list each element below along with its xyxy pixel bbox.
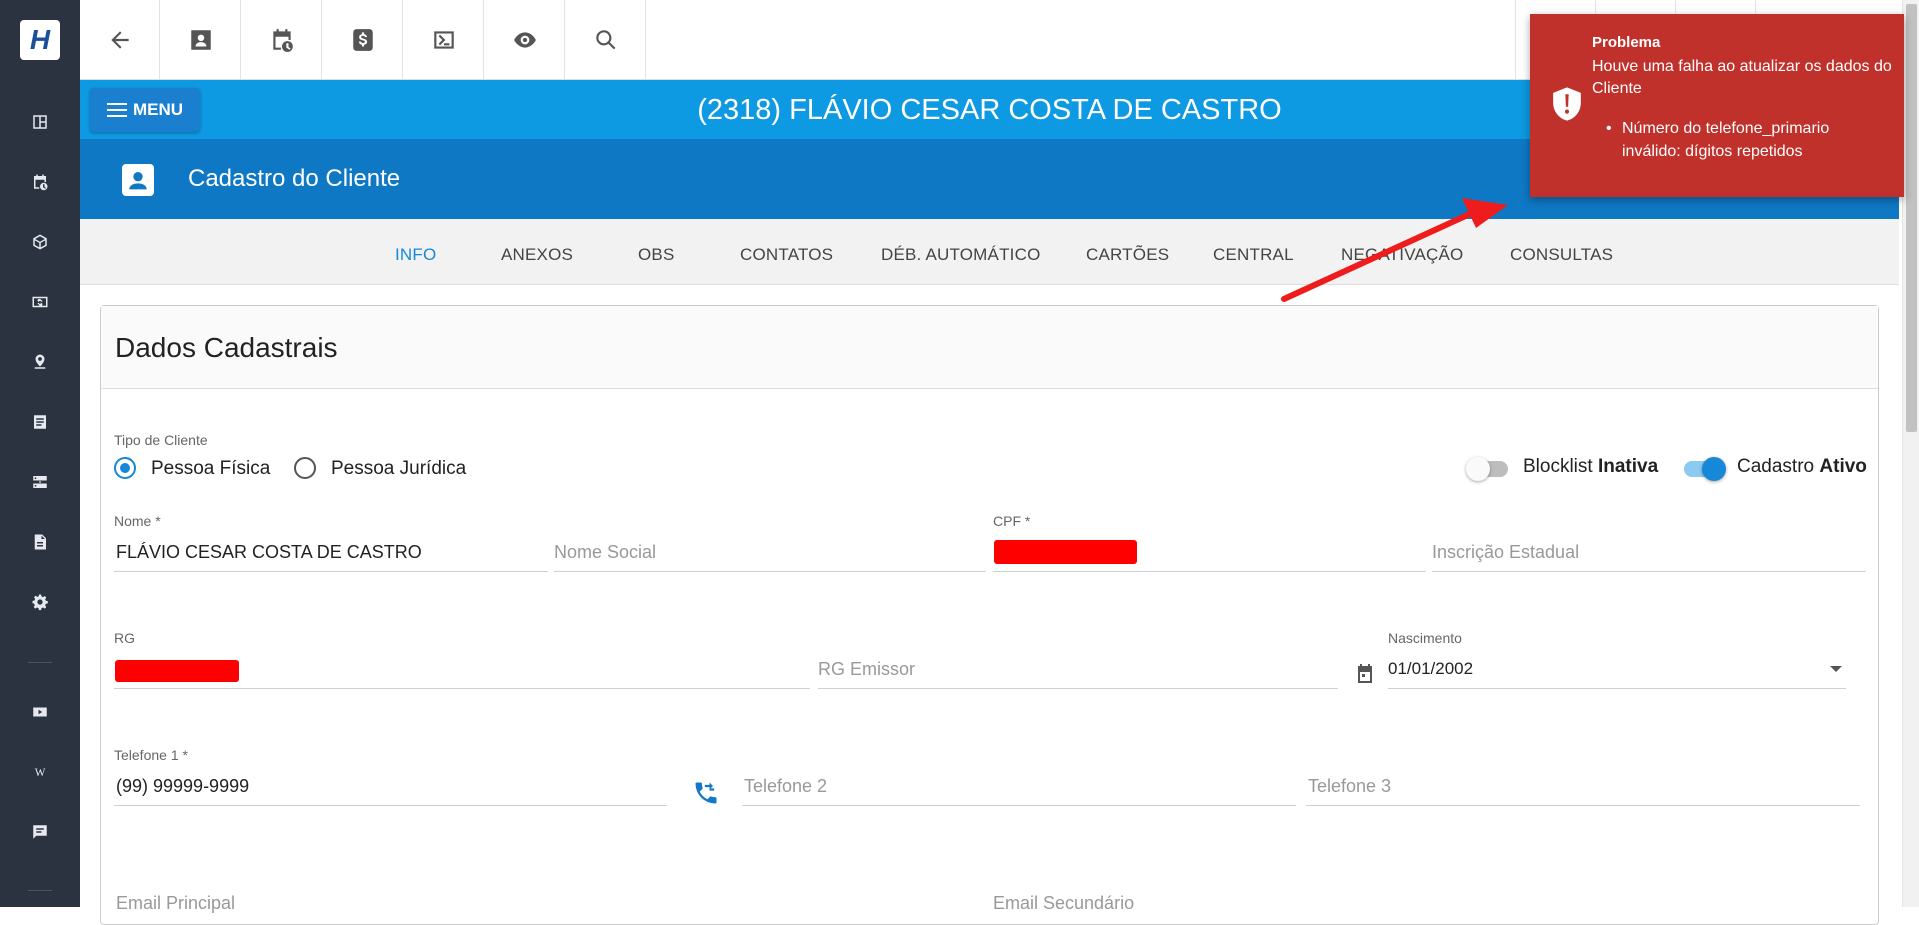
- view-button[interactable]: [485, 0, 565, 79]
- toast-error-item: Número do telefone_primario inválido: dí…: [1622, 120, 1830, 160]
- menu-button[interactable]: MENU: [90, 88, 200, 132]
- hamburger-icon: [106, 103, 127, 117]
- tab-negativacao[interactable]: NEGATIVAÇÃO: [1341, 245, 1463, 265]
- nascimento-label: Nascimento: [1388, 630, 1462, 646]
- inscricao-estadual-input[interactable]: Inscrição Estadual: [1432, 542, 1579, 563]
- error-toast[interactable]: Problema Houve uma falha ao atualizar os…: [1530, 14, 1904, 197]
- contact-card-icon: [190, 29, 211, 50]
- phone-swap-icon[interactable]: [692, 779, 720, 807]
- contact-card-icon: [122, 164, 154, 196]
- eye-icon: [513, 31, 536, 48]
- telefone1-input[interactable]: (99) 99999-9999: [116, 776, 249, 797]
- tab-anexos[interactable]: ANEXOS: [501, 245, 573, 265]
- sidebar-divider: [28, 662, 52, 663]
- radio-pessoa-fisica[interactable]: [114, 457, 136, 479]
- telefone3-underline: [1306, 805, 1860, 806]
- email-principal-input[interactable]: Email Principal: [116, 893, 235, 914]
- tab-bar: INFO ANEXOS OBS CONTATOS DÉB. AUTOMÁTICO…: [80, 219, 1899, 285]
- rg-underline: [114, 688, 810, 689]
- tab-consultas[interactable]: CONSULTAS: [1510, 245, 1613, 265]
- gear-icon[interactable]: [28, 590, 52, 614]
- inscricao-underline: [1432, 571, 1866, 572]
- calendar-clock-icon[interactable]: [28, 170, 52, 194]
- finance-button[interactable]: [323, 0, 403, 79]
- dashboard-icon[interactable]: [28, 110, 52, 134]
- page-title: Cadastro do Cliente: [188, 165, 401, 192]
- wiki-icon[interactable]: W: [28, 760, 52, 784]
- shield-alert-icon: [1550, 86, 1584, 122]
- toast-error-list: • Número do telefone_primario inválido: …: [1606, 117, 1882, 163]
- rg-label: RG: [114, 630, 135, 646]
- bullet-icon: •: [1606, 120, 1612, 137]
- tab-cartoes[interactable]: CARTÕES: [1086, 245, 1169, 265]
- youtube-icon[interactable]: [28, 700, 52, 724]
- rg-emissor-input[interactable]: RG Emissor: [818, 659, 915, 680]
- tab-info[interactable]: INFO: [395, 245, 436, 265]
- app-logo[interactable]: H: [20, 20, 60, 60]
- nascimento-underline: [1388, 688, 1846, 689]
- client-card-button[interactable]: [161, 0, 241, 79]
- nascimento-input[interactable]: 01/01/2002: [1388, 659, 1473, 679]
- blocklist-label: Blocklist Inativa: [1523, 456, 1659, 477]
- chevron-down-icon[interactable]: [1830, 666, 1842, 672]
- cpf-redacted-value[interactable]: [994, 540, 1137, 564]
- box-icon[interactable]: [28, 230, 52, 254]
- arrow-left-icon: [110, 30, 129, 49]
- radio-pessoa-juridica[interactable]: [294, 457, 316, 479]
- server-icon[interactable]: [28, 470, 52, 494]
- section-title: Dados Cadastrais: [115, 332, 338, 363]
- email-secundario-input[interactable]: Email Secundário: [993, 893, 1134, 914]
- sidebar: H W: [0, 0, 80, 907]
- back-button[interactable]: [80, 0, 160, 79]
- toast-title: Problema: [1592, 34, 1661, 51]
- toast-message: Houve uma falha ao atualizar os dados do…: [1592, 58, 1892, 97]
- terminal-icon: [433, 30, 454, 49]
- search-icon: [595, 29, 615, 49]
- cpf-label: CPF *: [993, 513, 1031, 529]
- tab-central[interactable]: CENTRAL: [1213, 245, 1294, 265]
- nome-social-input[interactable]: Nome Social: [554, 542, 656, 563]
- cadastro-ativo-toggle[interactable]: [1684, 457, 1726, 481]
- telefone2-input[interactable]: Telefone 2: [744, 776, 827, 797]
- nome-underline: [114, 571, 548, 572]
- list-icon[interactable]: [28, 410, 52, 434]
- calendar-clock-icon: [272, 28, 293, 52]
- tab-deb-automatico[interactable]: DÉB. AUTOMÁTICO: [881, 245, 1041, 265]
- nome-social-underline: [554, 571, 986, 572]
- calendar-icon[interactable]: [1353, 662, 1377, 686]
- chat-icon[interactable]: [28, 820, 52, 844]
- rg-redacted-value[interactable]: [115, 660, 239, 682]
- document-icon[interactable]: [28, 530, 52, 554]
- nome-input[interactable]: FLÁVIO CESAR COSTA DE CASTRO: [116, 542, 422, 563]
- menu-label: MENU: [132, 100, 184, 119]
- telefone1-underline: [114, 805, 667, 806]
- dollar-icon: [352, 28, 373, 51]
- sidebar-divider: [28, 890, 52, 891]
- blocklist-toggle[interactable]: [1466, 457, 1508, 481]
- terminal-button[interactable]: [404, 0, 484, 79]
- search-button[interactable]: [566, 0, 646, 79]
- location-icon[interactable]: [28, 350, 52, 374]
- telefone3-input[interactable]: Telefone 3: [1308, 776, 1391, 797]
- card-header: Dados Cadastrais: [101, 306, 1878, 389]
- money-icon[interactable]: [28, 290, 52, 314]
- telefone2-underline: [742, 805, 1296, 806]
- cadastro-label: Cadastro Ativo: [1737, 456, 1867, 477]
- cpf-underline: [993, 571, 1426, 572]
- svg-text:W: W: [35, 767, 46, 779]
- scrollbar-thumb[interactable]: [1906, 4, 1917, 432]
- rg-emissor-underline: [818, 688, 1338, 689]
- tab-obs[interactable]: OBS: [638, 245, 675, 265]
- page-scrollbar[interactable]: [1902, 0, 1919, 907]
- radio-pessoa-juridica-label[interactable]: Pessoa Jurídica: [331, 458, 466, 480]
- dados-cadastrais-card: Dados Cadastrais Tipo de Cliente Pessoa …: [100, 305, 1879, 925]
- tab-contatos[interactable]: CONTATOS: [740, 245, 833, 265]
- nome-label: Nome *: [114, 513, 161, 529]
- tipo-cliente-label: Tipo de Cliente: [114, 432, 208, 448]
- radio-pessoa-fisica-label[interactable]: Pessoa Física: [151, 458, 270, 480]
- telefone1-label: Telefone 1 *: [114, 747, 188, 763]
- schedule-button[interactable]: [242, 0, 322, 79]
